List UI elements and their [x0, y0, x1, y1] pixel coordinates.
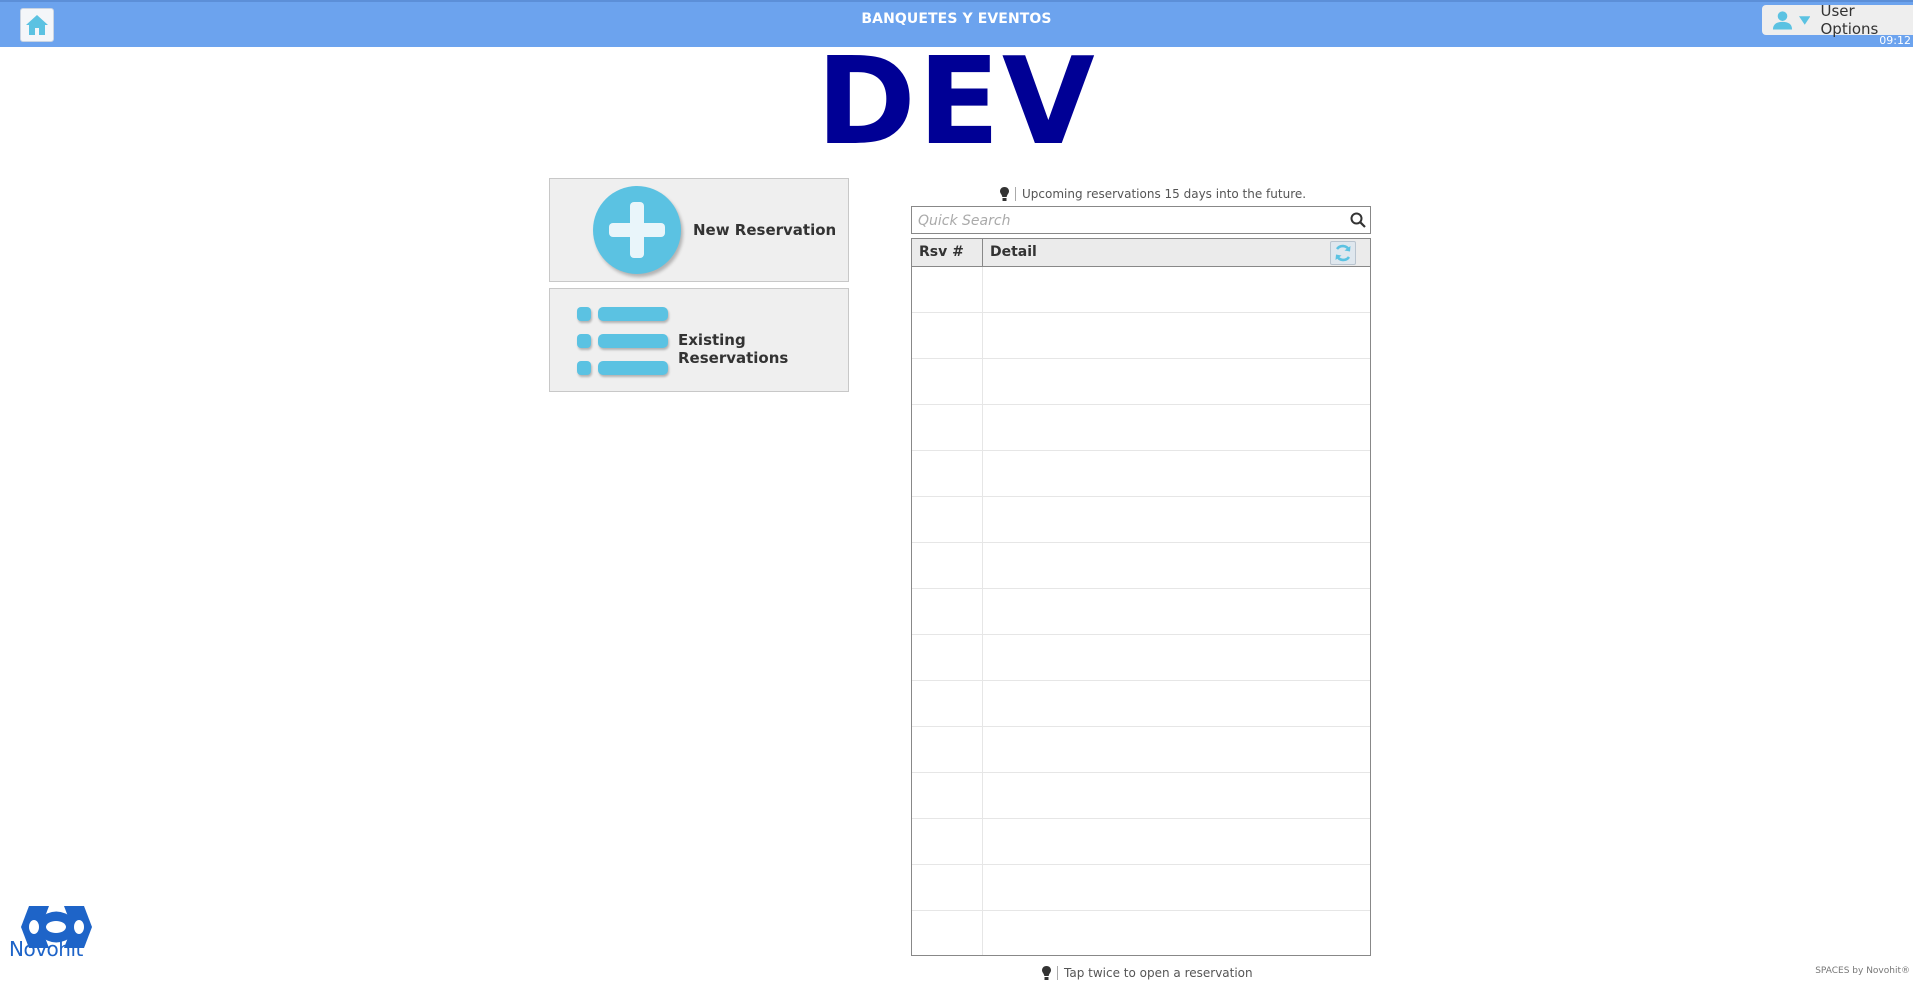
lightbulb-icon: [1042, 966, 1051, 980]
quick-search: [911, 206, 1371, 234]
existing-reservations-label: Existing Reservations: [678, 331, 789, 367]
table-header: Rsv # Detail: [912, 239, 1370, 267]
upcoming-hint-text: Upcoming reservations 15 days into the f…: [1022, 187, 1307, 201]
bottom-hint-text: Tap twice to open a reservation: [1064, 966, 1253, 980]
plus-icon: [593, 186, 681, 274]
existing-reservations-button[interactable]: Existing Reservations: [549, 288, 849, 392]
lightbulb-icon: [1000, 187, 1009, 201]
table-row[interactable]: [912, 359, 1370, 405]
refresh-icon: [1335, 244, 1351, 262]
table-row[interactable]: [912, 497, 1370, 543]
user-options-button[interactable]: User Options: [1762, 2, 1913, 38]
column-header-detail[interactable]: Detail: [990, 244, 1037, 260]
table-row[interactable]: [912, 681, 1370, 727]
refresh-button[interactable]: [1330, 241, 1356, 265]
user-icon: [1772, 11, 1793, 30]
reservations-table: Rsv # Detail: [911, 238, 1371, 956]
table-row[interactable]: [912, 819, 1370, 865]
table-row[interactable]: [912, 313, 1370, 359]
footer-brand: SPACES by Novohit®: [1815, 966, 1910, 976]
chevron-down-icon: [1799, 15, 1811, 25]
table-row[interactable]: [912, 405, 1370, 451]
environment-title: DEV: [816, 33, 1097, 172]
table-row[interactable]: [912, 773, 1370, 819]
table-row[interactable]: [912, 267, 1370, 313]
table-row[interactable]: [912, 543, 1370, 589]
new-reservation-button[interactable]: New Reservation: [549, 178, 849, 282]
user-options-label: User Options: [1820, 2, 1879, 38]
table-row[interactable]: [912, 635, 1370, 681]
new-reservation-label: New Reservation: [693, 221, 837, 239]
table-row[interactable]: [912, 865, 1370, 911]
table-row[interactable]: [912, 451, 1370, 497]
table-row[interactable]: [912, 727, 1370, 773]
table-row[interactable]: [912, 589, 1370, 635]
column-header-rsv[interactable]: Rsv #: [919, 244, 964, 260]
app-title: BANQUETES Y EVENTOS: [861, 11, 1052, 27]
upcoming-hint: Upcoming reservations 15 days into the f…: [1000, 187, 1306, 201]
search-input[interactable]: [916, 208, 1340, 234]
table-row[interactable]: [912, 911, 1370, 957]
search-icon[interactable]: [1350, 212, 1366, 228]
logo-text: Novohit: [9, 937, 83, 961]
bottom-hint: Tap twice to open a reservation: [1042, 966, 1253, 980]
